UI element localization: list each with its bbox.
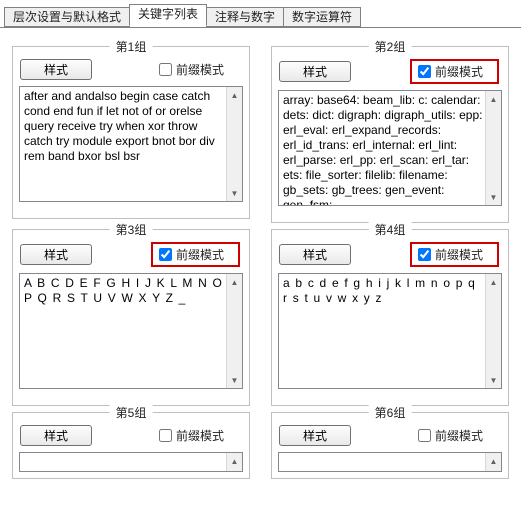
group-5-scrollbar[interactable]: ▲ [226,453,242,471]
tab-hierarchy[interactable]: 层次设置与默认格式 [4,7,130,27]
group-5-prefix-label: 前缀模式 [176,427,224,444]
tab-comments-numbers[interactable]: 注释与数字 [206,7,284,27]
group-6: 第6组 样式 前缀模式 ▲ [271,412,509,479]
scroll-up-icon[interactable]: ▲ [227,87,242,103]
row-2: 第3组 样式 前缀模式 ▲ ▼ 第4 [12,229,509,406]
scroll-down-icon[interactable]: ▼ [486,189,501,205]
group-1: 第1组 样式 前缀模式 ▲ ▼ [12,46,250,223]
tab-content: 第1组 样式 前缀模式 ▲ ▼ [0,36,521,508]
group-2-prefix-checkbox[interactable] [418,65,431,78]
group-5-title: 第5组 [110,404,153,421]
group-2-style-button[interactable]: 样式 [279,61,351,82]
group-2-scrollbar[interactable]: ▲ ▼ [485,91,501,205]
group-1-prefix-label: 前缀模式 [176,61,224,78]
group-3-prefix-wrap[interactable]: 前缀模式 [151,242,240,267]
group-4-prefix-wrap[interactable]: 前缀模式 [410,242,499,267]
group-1-keywords[interactable] [19,86,243,202]
scroll-up-icon[interactable]: ▲ [227,453,242,469]
group-5-prefix-checkbox[interactable] [159,429,172,442]
group-3-title: 第3组 [110,221,153,238]
group-6-title: 第6组 [369,404,412,421]
group-5: 第5组 样式 前缀模式 ▲ [12,412,250,479]
group-4-style-button[interactable]: 样式 [279,244,351,265]
group-3-prefix-label: 前缀模式 [176,246,224,263]
group-1-scrollbar[interactable]: ▲ ▼ [226,87,242,201]
scroll-down-icon[interactable]: ▼ [227,185,242,201]
group-4: 第4组 样式 前缀模式 ▲ ▼ [271,229,509,406]
scroll-down-icon[interactable]: ▼ [227,372,242,388]
group-2-prefix-wrap[interactable]: 前缀模式 [410,59,499,84]
group-6-prefix-checkbox[interactable] [418,429,431,442]
group-1-prefix-checkbox[interactable] [159,63,172,76]
group-6-keywords[interactable] [278,452,502,472]
scroll-up-icon[interactable]: ▲ [486,274,501,290]
group-6-prefix-wrap[interactable]: 前缀模式 [418,427,501,444]
group-3-prefix-checkbox[interactable] [159,248,172,261]
row-3: 第5组 样式 前缀模式 ▲ 第6组 [12,412,509,479]
group-5-style-button[interactable]: 样式 [20,425,92,446]
group-3-style-button[interactable]: 样式 [20,244,92,265]
group-2-keywords[interactable] [278,90,502,206]
group-3-scrollbar[interactable]: ▲ ▼ [226,274,242,388]
scroll-up-icon[interactable]: ▲ [486,453,501,469]
group-6-prefix-label: 前缀模式 [435,427,483,444]
group-4-prefix-checkbox[interactable] [418,248,431,261]
group-2-prefix-label: 前缀模式 [435,63,483,80]
tab-strip: 层次设置与默认格式 关键字列表 注释与数字 数字运算符 [4,2,521,26]
scroll-up-icon[interactable]: ▲ [486,91,501,107]
tab-keyword-list[interactable]: 关键字列表 [129,4,207,26]
scroll-down-icon[interactable]: ▼ [486,372,501,388]
group-1-prefix-wrap[interactable]: 前缀模式 [159,61,242,78]
group-4-keywords[interactable] [278,273,502,389]
group-3: 第3组 样式 前缀模式 ▲ ▼ [12,229,250,406]
scroll-up-icon[interactable]: ▲ [227,274,242,290]
group-2-title: 第2组 [369,38,412,55]
group-5-keywords[interactable] [19,452,243,472]
group-3-keywords[interactable] [19,273,243,389]
group-6-scrollbar[interactable]: ▲ [485,453,501,471]
group-4-scrollbar[interactable]: ▲ ▼ [485,274,501,388]
group-4-prefix-label: 前缀模式 [435,246,483,263]
group-4-title: 第4组 [369,221,412,238]
row-1: 第1组 样式 前缀模式 ▲ ▼ [12,46,509,223]
group-5-prefix-wrap[interactable]: 前缀模式 [159,427,242,444]
group-6-style-button[interactable]: 样式 [279,425,351,446]
tab-underline [0,27,521,28]
tab-number-operators[interactable]: 数字运算符 [283,7,361,27]
group-2: 第2组 样式 前缀模式 ▲ ▼ [271,46,509,223]
group-1-title: 第1组 [110,38,153,55]
group-1-style-button[interactable]: 样式 [20,59,92,80]
